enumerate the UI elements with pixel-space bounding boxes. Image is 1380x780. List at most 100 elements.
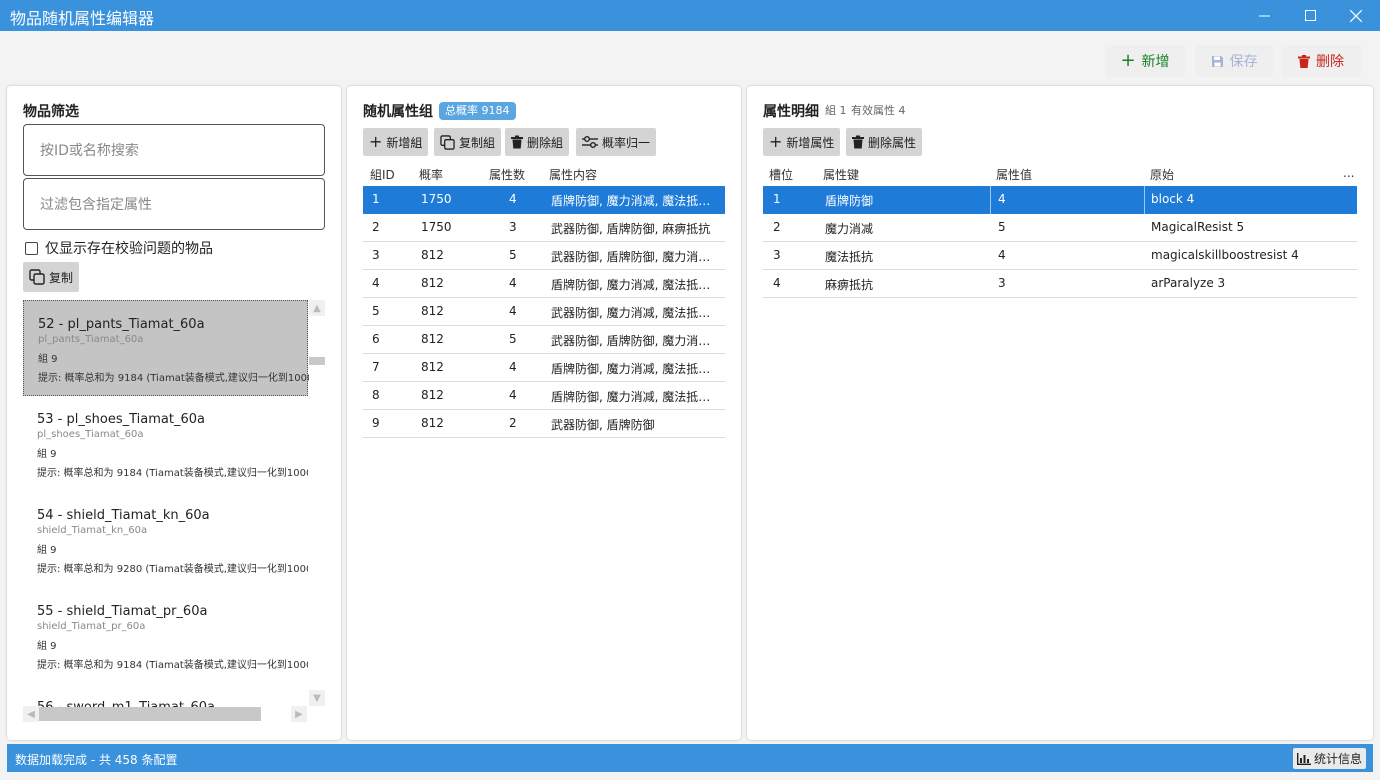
item-group: 組 9 <box>37 449 57 460</box>
cell-divider <box>990 186 991 214</box>
copy-group-button[interactable]: 复制組 <box>434 128 502 156</box>
vertical-scroll-thumb[interactable] <box>309 357 325 365</box>
scroll-up-icon[interactable]: ▲ <box>309 300 325 316</box>
attribute-details-panel: 属性明细 組 1 有效属性 4 + 新增属性 删除属性 槽位 属性键 属性值 原… <box>747 86 1373 740</box>
table-row[interactable]: 4 812 4 盾牌防御, 魔力消减, 魔法抵抗, 麻痹抵抗 <box>363 270 725 298</box>
horizontal-scroll-thumb[interactable] <box>39 707 261 721</box>
only-issues-row[interactable]: 仅显示存在校验问题的物品 <box>25 238 213 258</box>
table-row[interactable]: 2 1750 3 武器防御, 盾牌防御, 麻痹抵抗 <box>363 214 725 242</box>
attribute-content-cell: 武器防御, 盾牌防御, 魔力消减, 魔法抵抗, 麻痹抵抗 <box>551 250 719 264</box>
copy-group-label: 复制組 <box>459 135 496 150</box>
attribute-content-cell: 武器防御, 盾牌防御, 魔力消减, 魔法抵抗, 麻痹抵抗 <box>551 334 719 348</box>
scroll-right-icon[interactable]: ▶ <box>291 706 307 722</box>
groups-table: 組ID 概率 属性数 属性内容 1 1750 4 盾牌防御, 魔力消减, 魔法抵… <box>363 166 725 438</box>
add-button[interactable]: + 新增 <box>1105 45 1185 77</box>
scroll-left-icon[interactable]: ◀ <box>23 706 39 722</box>
copy-button[interactable]: 复制 <box>23 262 80 292</box>
list-item[interactable]: 53 - pl_shoes_Tiamat_60a pl_shoes_Tiamat… <box>23 396 308 492</box>
column-header-probability[interactable]: 概率 <box>419 166 443 183</box>
column-header-raw[interactable]: 原始 <box>1150 166 1174 183</box>
copy-icon <box>440 134 455 150</box>
table-row[interactable]: 6 812 5 武器防御, 盾牌防御, 魔力消减, 魔法抵抗, 麻痹抵抗 <box>363 326 725 354</box>
attribute-key-cell: 盾牌防御 <box>825 194 874 208</box>
group-id-cell: 9 <box>372 416 380 430</box>
add-attribute-button[interactable]: + 新增属性 <box>763 128 841 156</box>
attribute-count-cell: 5 <box>509 332 517 346</box>
list-item[interactable]: 55 - shield_Tiamat_pr_60a shield_Tiamat_… <box>23 588 308 684</box>
group-id-cell: 4 <box>372 276 380 290</box>
attribute-value-cell: 3 <box>998 276 1006 290</box>
attribute-content-cell: 盾牌防御, 魔力消减, 魔法抵抗, 麻痹抵抗 <box>551 390 719 404</box>
column-header-more[interactable]: ... <box>1343 166 1354 180</box>
close-icon <box>1350 9 1362 22</box>
cell-divider <box>1144 186 1145 214</box>
attribute-value-cell: 4 <box>998 248 1006 262</box>
item-group: 組 9 <box>37 545 57 556</box>
table-row[interactable]: 2 魔力消减 5 MagicalResist 5 <box>763 214 1357 242</box>
item-hint: 提示: 概率总和为 9184 (Tiamat装备模式,建议归一化到10000) <box>38 373 309 384</box>
attribute-count-cell: 4 <box>509 304 517 318</box>
attribute-groups-panel: 随机属性组 总概率 9184 + 新增組 复制組 删除組 概率归一 組ID 概率… <box>347 86 741 740</box>
delete-button[interactable]: 删除 <box>1281 45 1361 77</box>
raw-cell: MagicalResist 5 <box>1151 220 1245 234</box>
raw-cell: block 4 <box>1151 192 1195 206</box>
attribute-content-cell: 武器防御, 盾牌防御, 麻痹抵抗 <box>551 222 711 236</box>
statistics-button[interactable]: 统计信息 <box>1293 748 1367 769</box>
table-row[interactable]: 1 盾牌防御 4 block 4 <box>763 186 1357 214</box>
table-row[interactable]: 4 麻痹抵抗 3 arParalyze 3 <box>763 270 1357 298</box>
scroll-down-icon[interactable]: ▼ <box>309 690 325 706</box>
group-id-cell: 2 <box>372 220 380 234</box>
probability-cell: 812 <box>421 304 444 318</box>
maximize-button[interactable] <box>1287 0 1333 31</box>
table-row[interactable]: 1 1750 4 盾牌防御, 魔力消减, 魔法抵抗, 麻痹抵抗 <box>363 186 725 214</box>
trash-icon <box>511 135 523 149</box>
plus-icon: + <box>369 132 383 151</box>
column-header-slot[interactable]: 槽位 <box>769 166 793 183</box>
raw-cell: magicalskillboostresist 4 <box>1151 248 1299 262</box>
save-button[interactable]: 保存 <box>1195 45 1273 77</box>
table-row[interactable]: 8 812 4 盾牌防御, 魔力消减, 魔法抵抗, 麻痹抵抗 <box>363 382 725 410</box>
total-probability-badge: 总概率 9184 <box>439 102 516 120</box>
trash-icon <box>1298 54 1310 68</box>
table-row[interactable]: 3 812 5 武器防御, 盾牌防御, 魔力消减, 魔法抵抗, 麻痹抵抗 <box>363 242 725 270</box>
table-row[interactable]: 9 812 2 武器防御, 盾牌防御 <box>363 410 725 438</box>
column-header-attribute-content[interactable]: 属性内容 <box>549 166 597 183</box>
only-issues-checkbox[interactable] <box>25 241 38 255</box>
add-group-button[interactable]: + 新增組 <box>363 128 429 156</box>
list-item[interactable]: 54 - shield_Tiamat_kn_60a shield_Tiamat_… <box>23 492 308 588</box>
column-header-attribute-key[interactable]: 属性键 <box>823 166 859 183</box>
item-filter-panel: 物品筛选 按ID或名称搜索 过滤包含指定属性 仅显示存在校验问题的物品 复制 5… <box>7 86 341 740</box>
column-header-attribute-count[interactable]: 属性数 <box>489 166 525 183</box>
attribute-count-cell: 4 <box>509 388 517 402</box>
delete-attribute-button[interactable]: 删除属性 <box>846 128 923 156</box>
item-list-vertical-scrollbar[interactable]: ▲ ▼ <box>309 300 325 724</box>
column-header-group-id[interactable]: 組ID <box>370 166 395 183</box>
title-bar: 物品随机属性编辑器 <box>0 0 1380 31</box>
attributes-table-header: 槽位 属性键 属性值 原始 ... <box>763 166 1357 186</box>
attribute-filter-input[interactable]: 过滤包含指定属性 <box>23 178 325 230</box>
probability-cell: 812 <box>421 276 444 290</box>
attribute-value-cell: 4 <box>998 192 1006 206</box>
attribute-count-cell: 4 <box>509 192 517 206</box>
delete-group-button[interactable]: 删除組 <box>505 128 570 156</box>
attribute-count-cell: 2 <box>509 416 517 430</box>
probability-cell: 1750 <box>421 220 452 234</box>
item-list: 52 - pl_pants_Tiamat_60a pl_pants_Tiamat… <box>23 300 325 724</box>
item-filter-title: 物品筛选 <box>23 104 79 120</box>
copy-button-label: 复制 <box>49 270 74 285</box>
list-item[interactable]: 52 - pl_pants_Tiamat_60a pl_pants_Tiamat… <box>23 300 309 396</box>
normalize-probability-button[interactable]: 概率归一 <box>576 128 657 156</box>
group-id-cell: 3 <box>372 248 380 262</box>
close-button[interactable] <box>1333 0 1379 31</box>
column-header-attribute-value[interactable]: 属性值 <box>996 166 1032 183</box>
minimize-button[interactable] <box>1241 0 1287 31</box>
probability-cell: 812 <box>421 388 444 402</box>
item-hint: 提示: 概率总和为 9184 (Tiamat装备模式,建议归一化到10000) <box>37 660 308 671</box>
search-input[interactable]: 按ID或名称搜索 <box>23 124 325 176</box>
item-code: shield_Tiamat_pr_60a <box>37 621 146 632</box>
table-row[interactable]: 3 魔法抵抗 4 magicalskillboostresist 4 <box>763 242 1357 270</box>
table-row[interactable]: 5 812 4 武器防御, 魔力消减, 魔法抵抗, 麻痹抵抗 <box>363 298 725 326</box>
table-row[interactable]: 7 812 4 盾牌防御, 魔力消减, 魔法抵抗, 麻痹抵抗 <box>363 354 725 382</box>
item-list-horizontal-scrollbar[interactable]: ◀ ▶ <box>23 706 309 722</box>
attribute-details-title: 属性明细 <box>763 104 819 120</box>
